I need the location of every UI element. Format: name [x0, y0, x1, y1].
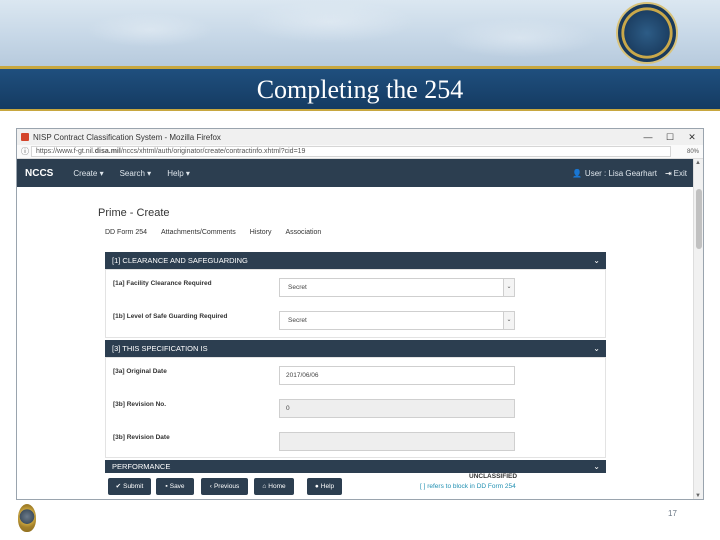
close-button[interactable]: ✕ — [681, 132, 703, 143]
performance-section-title: PERFORMANCE — [112, 462, 171, 471]
minimize-button[interactable]: — — [637, 132, 659, 143]
facility-clearance-select[interactable]: Secret ⌄ — [279, 278, 515, 297]
home-icon: ⌂ — [262, 483, 267, 490]
help-button[interactable]: ● Help — [307, 478, 342, 495]
world-map-graphic — [0, 0, 600, 66]
clearance-section-header[interactable]: [1] CLEARANCE AND SAFEGUARDING ⌄ — [105, 252, 606, 269]
page-title: Prime - Create — [98, 207, 170, 219]
menu-help[interactable]: Help ▾ — [167, 169, 190, 178]
tab-attachments-comments[interactable]: Attachments/Comments — [161, 229, 236, 236]
tab-bar: DD Form 254 Attachments/Comments History… — [105, 229, 335, 236]
revision-date-field — [279, 432, 515, 451]
safeguarding-level-label: [1b] Level of Safe Guarding Required — [113, 313, 228, 320]
chevron-down-icon[interactable]: ⌄ — [593, 252, 600, 269]
facility-clearance-label: [1a] Facility Clearance Required — [113, 280, 212, 287]
block-reference-note: [ ] refers to block in DD Form 254 — [420, 483, 516, 490]
chevron-down-icon[interactable]: ⌄ — [593, 460, 600, 473]
submit-button[interactable]: ✔ Submit — [108, 478, 151, 495]
safeguarding-level-select[interactable]: Secret ⌄ — [279, 311, 515, 330]
chevron-down-icon[interactable]: ⌄ — [503, 279, 514, 296]
slide-page-number: 17 — [668, 509, 677, 518]
original-date-field[interactable]: 2017/06/06 — [279, 366, 515, 385]
url-domain: disa.mil — [94, 148, 121, 155]
original-date-label: [3a] Original Date — [113, 368, 167, 375]
tab-history[interactable]: History — [250, 229, 272, 236]
clearance-section-title: [1] CLEARANCE AND SAFEGUARDING — [112, 256, 248, 265]
revision-no-field: 0 — [279, 399, 515, 418]
title-bar: Completing the 254 — [0, 69, 720, 109]
user-icon: 👤 — [571, 168, 582, 178]
tab-dd-form-254[interactable]: DD Form 254 — [105, 229, 147, 236]
chevron-down-icon[interactable]: ⌄ — [503, 312, 514, 329]
user-menu[interactable]: User : Lisa Gearhart — [585, 169, 657, 178]
info-circle-icon: ● — [314, 483, 319, 490]
page-scrollbar[interactable]: ▲ ▼ — [693, 159, 703, 499]
facility-clearance-value: Secret — [288, 284, 307, 291]
scroll-up-icon[interactable]: ▲ — [695, 160, 701, 166]
browser-titlebar: NISP Contract Classification System - Mo… — [17, 129, 703, 145]
clearance-section-body: [1a] Facility Clearance Required Secret … — [105, 269, 606, 338]
specification-section-title: [3] THIS SPECIFICATION IS — [112, 344, 208, 353]
classification-marking: UNCLASSIFIED — [469, 473, 518, 480]
specification-section-body: [3a] Original Date 2017/06/06 [3b] Revis… — [105, 357, 606, 458]
menu-create[interactable]: Create ▾ — [73, 169, 103, 178]
save-button[interactable]: ▪ Save — [156, 478, 194, 495]
revision-no-label: [3b] Revision No. — [113, 401, 167, 408]
agency-seal-icon — [616, 2, 678, 64]
slide: Completing the 254 NISP Contract Classif… — [0, 0, 720, 540]
exit-icon: ⇥ — [664, 168, 672, 178]
maximize-button[interactable]: ☐ — [659, 132, 681, 143]
agency-badge-icon — [18, 504, 36, 532]
slide-title: Completing the 254 — [256, 75, 464, 104]
window-title: NISP Contract Classification System - Mo… — [33, 132, 221, 142]
help-label: Help — [320, 483, 335, 490]
info-icon[interactable]: ⓘ — [21, 146, 31, 157]
home-button[interactable]: ⌂ Home — [254, 478, 294, 495]
tab-association[interactable]: Association — [286, 229, 322, 236]
check-icon: ✔ — [115, 483, 122, 490]
address-bar: ⓘ https://www.f-gt.nil.disa.mil/nccs/xht… — [17, 145, 703, 159]
specification-section-header[interactable]: [3] THIS SPECIFICATION IS ⌄ — [105, 340, 606, 357]
exit-link[interactable]: Exit — [674, 169, 687, 178]
save-icon: ▪ — [165, 483, 168, 490]
menu-search[interactable]: Search ▾ — [120, 169, 152, 178]
url-path: /nccs/xhtml/auth/originator/create/contr… — [120, 148, 306, 155]
previous-label: Previous — [213, 483, 240, 490]
revision-date-label: [3b] Revision Date — [113, 434, 170, 441]
scroll-down-icon[interactable]: ▼ — [695, 493, 701, 499]
app-brand[interactable]: NCCS — [25, 168, 53, 179]
url-field[interactable]: https://www.f-gt.nil.disa.mil/nccs/xhtml… — [31, 146, 671, 157]
app-navbar: NCCS Create ▾ Search ▾ Help ▾ 👤 User : L… — [17, 159, 693, 187]
performance-section-header[interactable]: PERFORMANCE ⌄ — [105, 460, 606, 473]
zoom-level[interactable]: 80% — [671, 149, 699, 155]
chevron-down-icon[interactable]: ⌄ — [593, 340, 600, 357]
scroll-thumb[interactable] — [696, 189, 702, 249]
home-label: Home — [268, 483, 286, 490]
safeguarding-level-value: Secret — [288, 317, 307, 324]
firefox-icon — [21, 133, 29, 141]
previous-button[interactable]: ‹ Previous — [201, 478, 248, 495]
chevron-left-icon: ‹ — [209, 483, 212, 490]
browser-window: NISP Contract Classification System - Mo… — [16, 128, 704, 500]
save-label: Save — [169, 483, 185, 490]
gold-divider-bottom — [0, 109, 720, 111]
url-prefix: https://www.f-gt.nil. — [36, 148, 95, 155]
action-bar: ✔ Submit ▪ Save ‹ Previous ⌂ Home ● Help — [105, 473, 606, 499]
header-banner — [0, 0, 720, 66]
submit-label: Submit — [123, 483, 144, 490]
